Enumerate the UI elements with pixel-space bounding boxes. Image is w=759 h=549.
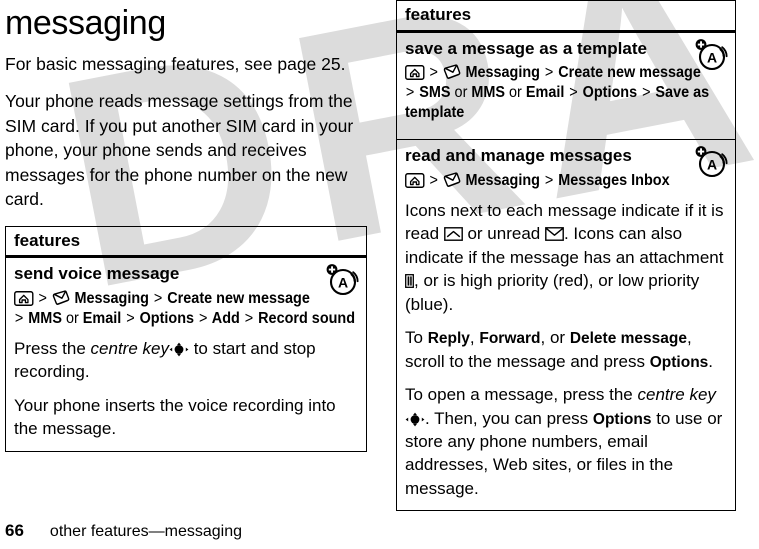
path-item: Options [582,84,638,102]
messaging-icon [443,64,462,80]
path-item: Messaging [74,289,149,307]
path-item: Create new message [558,63,701,81]
row-body-2: To Reply, Forward, or Delete message, sc… [405,326,727,373]
path-separator: > [569,84,578,102]
home-icon [14,290,34,306]
table-row: A read and manage messages > Messaging >… [397,139,735,510]
path-separator: > [544,63,554,81]
page-number: 66 [5,521,24,540]
messaging-icon [52,290,71,306]
path-item: Record sound [258,309,356,327]
path-separator: > [405,84,415,102]
left-column: messaging For basic messaging features, … [5,0,367,452]
body-text: , or is high priority (red), or low prio… [405,271,700,314]
path-conjunction: or [509,84,522,102]
right-features-table: features A save a message as a template [396,0,736,512]
footer-breadcrumb: other features—messaging [49,523,243,540]
path-separator: > [544,171,554,189]
intro-paragraph-2: Your phone reads message settings from t… [5,91,354,210]
path-item: Messaging [465,171,540,189]
right-table-header: features [397,1,735,33]
body-text: . Then, you can press [425,408,593,428]
page-title: messaging [5,4,166,42]
path-conjunction: or [65,309,79,327]
path-item: MMS [471,84,506,102]
row-body-2: Your phone inserts the voice recording i… [14,395,336,439]
body-text: To [405,328,428,348]
body-text: or unread [462,224,545,244]
path-item: Email [82,309,122,327]
path-item: Email [525,84,565,102]
path-separator: > [126,309,135,327]
path-separator: > [244,309,254,327]
body-text: , [469,328,480,348]
body-text: , or [540,328,570,348]
table-row: A save a message as a template > Messagi… [397,33,735,140]
path-item: Messages Inbox [558,171,670,189]
path-separator: > [642,84,651,102]
row-title: send voice message [14,264,180,284]
row-title: read and manage messages [405,146,632,166]
unread-envelope-icon [545,224,564,242]
path-separator: > [429,63,438,81]
menu-forward: Forward [479,330,541,348]
body-italic: centre key [90,338,169,358]
intro-paragraph-1: For basic messaging features, see page 2… [5,53,346,74]
navigation-path: > Messaging > Create new message > SMS o… [405,63,725,123]
navigation-path: > Messaging > Create new message > MMS o… [14,289,356,329]
right-column: features A save a message as a template [396,0,736,512]
home-icon [405,172,425,188]
path-item: MMS [28,309,62,327]
path-item: Messaging [465,63,540,81]
row-body-1: Icons next to each message indicate if i… [405,199,727,316]
body-text: Press the [14,338,91,358]
left-features-table: features A send voice message > Messagin… [5,225,367,452]
home-icon [405,64,425,80]
path-separator: > [429,171,438,189]
body-text: To open a message, press the [405,385,638,405]
row-title: save a message as a template [405,38,647,58]
body-italic: centre key [637,385,716,405]
row-body-3: To open a message, press the centre key … [405,383,727,500]
centre-key-icon [405,410,425,426]
centre-key-icon [169,340,189,357]
read-envelope-icon [443,224,463,242]
left-table-header: features [6,227,366,259]
menu-options: Options [592,410,652,428]
menu-delete-message: Delete message [569,330,687,348]
path-item: Options [139,309,195,327]
path-separator: > [153,289,163,307]
row-body-1: Press the centre key to start and stop r… [14,337,358,384]
menu-reply: Reply [427,330,470,348]
manual-page: messaging For basic messaging features, … [0,0,759,549]
path-conjunction: or [454,84,468,102]
path-item: Create new message [167,289,310,307]
path-separator: > [198,309,208,327]
path-item: Add [211,309,240,327]
table-row: A send voice message > Messaging > Creat… [6,258,366,450]
body-text: . [708,351,714,371]
attachment-icon [405,271,414,289]
path-item: SMS [419,84,451,102]
navigation-path: > Messaging > Messages Inbox [405,171,725,191]
path-separator: > [14,309,24,327]
page-footer: 66 other features—messaging [5,521,242,541]
menu-options: Options [649,353,709,371]
path-separator: > [38,289,47,307]
messaging-icon [443,172,462,188]
